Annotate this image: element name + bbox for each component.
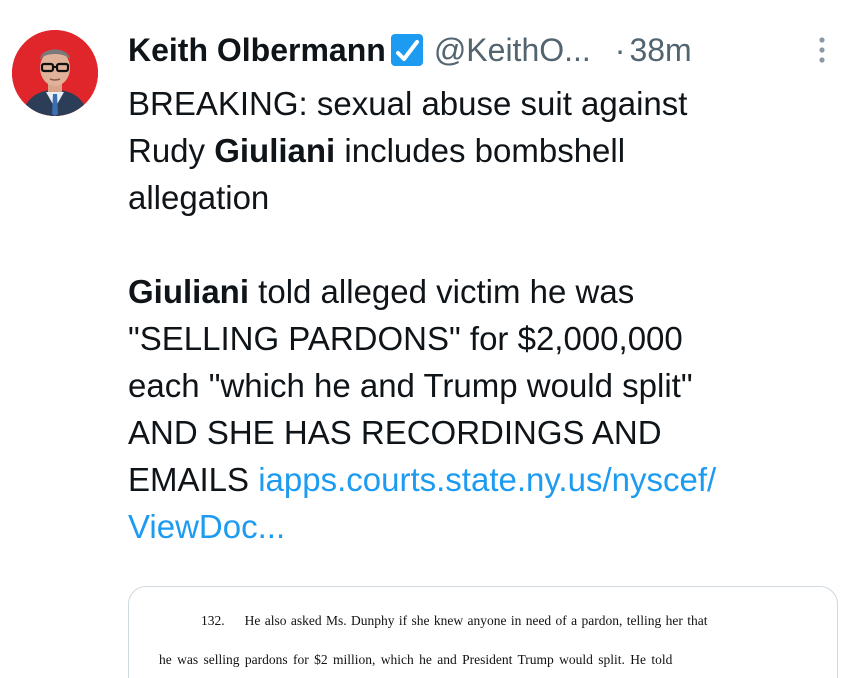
text-segment: "SELLING PARDONS" for $2,000,000: [128, 320, 683, 357]
document-line: 132. He also asked Ms. Dunphy if she knew…: [201, 613, 708, 629]
tweet-timestamp[interactable]: 38m: [629, 30, 691, 70]
court-document-link-continued[interactable]: ViewDoc...: [128, 508, 285, 545]
tweet-text: BREAKING: sexual abuse suit against Rudy…: [128, 80, 828, 550]
tweet-line: each "which he and Trump would split": [128, 362, 828, 409]
highlight-term: Giuliani: [128, 273, 250, 310]
highlight-term: Giuliani: [214, 132, 336, 169]
text-segment: AND SHE HAS RECORDINGS AND: [128, 414, 662, 451]
separator-dot: ·: [614, 32, 626, 68]
text-segment: includes bombshell: [335, 132, 626, 169]
tweet-line: "SELLING PARDONS" for $2,000,000: [128, 315, 828, 362]
document-image-card[interactable]: 132. He also asked Ms. Dunphy if she knew…: [128, 586, 838, 678]
text-segment: Rudy: [128, 132, 215, 169]
text-segment: EMAILS: [128, 461, 259, 498]
document-line: he was selling pardons for $2 million, w…: [159, 652, 672, 668]
paragraph-number: 132.: [201, 613, 225, 628]
tweet-card[interactable]: Keith Olbermann @KeithO... · 38m BREAKIN…: [0, 0, 848, 678]
tweet-line: EMAILS iapps.courts.state.ny.us/nyscef/: [128, 456, 828, 503]
text-segment: each "which he and Trump would split": [128, 367, 693, 404]
tweet-line: allegation: [128, 174, 828, 221]
author-name[interactable]: Keith Olbermann: [128, 30, 386, 70]
tweet-line: AND SHE HAS RECORDINGS AND: [128, 409, 828, 456]
document-text: He also asked Ms. Dunphy if she knew any…: [244, 613, 708, 628]
court-document-link[interactable]: iapps.courts.state.ny.us/nyscef/: [258, 461, 716, 498]
profile-avatar[interactable]: [12, 30, 98, 116]
more-options-icon[interactable]: [812, 34, 832, 70]
author-handle[interactable]: @KeithO...: [434, 30, 591, 70]
tweet-line: Giuliani told alleged victim he was: [128, 268, 828, 315]
verified-badge-icon: [388, 31, 426, 69]
text-segment: told alleged victim he was: [249, 273, 635, 310]
tweet-line: Rudy Giuliani includes bombshell: [128, 127, 828, 174]
text-segment: BREAKING: sexual abuse suit against: [128, 85, 688, 122]
document-text: he was selling pardons for $2 million, w…: [159, 652, 673, 667]
tweet-line: BREAKING: sexual abuse suit against: [128, 80, 828, 127]
tweet-line: ViewDoc...: [128, 503, 828, 550]
tweet-header: Keith Olbermann @KeithO... · 38m: [128, 30, 692, 70]
text-segment: allegation: [128, 179, 270, 216]
